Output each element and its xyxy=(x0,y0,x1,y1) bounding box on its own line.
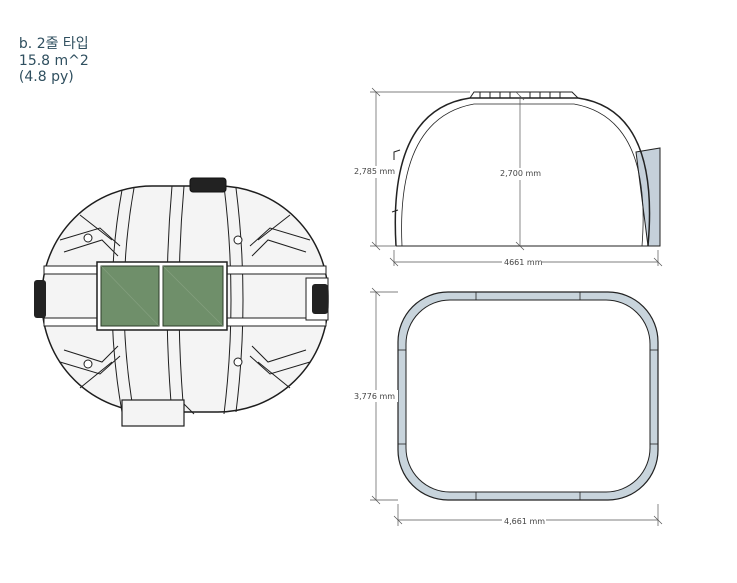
dome-render xyxy=(34,177,329,427)
window-panel xyxy=(96,261,228,331)
side-width: 4661 mm xyxy=(504,258,543,267)
plan-view: 3,776 mm 4,661 mm xyxy=(352,287,663,526)
plan-depth: 3,776 mm xyxy=(354,392,395,401)
side-elevation: 2,785 mm 2,700 mm 4661 mm xyxy=(352,87,663,267)
side-height-inner: 2,700 mm xyxy=(500,169,541,178)
side-height-outer: 2,785 mm xyxy=(354,167,395,176)
plan-width: 4,661 mm xyxy=(504,517,545,526)
dome-drawing: 2,785 mm 2,700 mm 4661 mm 3,776 mm 4,661… xyxy=(34,87,663,526)
